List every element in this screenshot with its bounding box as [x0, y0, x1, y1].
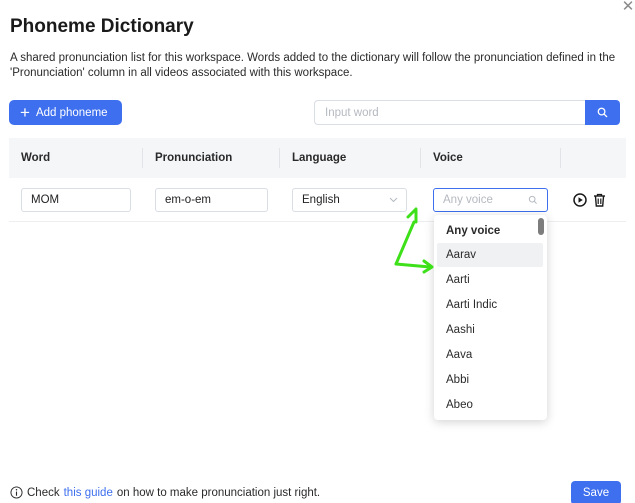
language-value: English	[302, 194, 340, 206]
header-word: Word	[21, 152, 51, 164]
dropdown-scrollbar[interactable]	[538, 218, 544, 235]
annotation-arrows	[394, 207, 434, 274]
voice-placeholder: Any voice	[443, 194, 493, 206]
voice-option[interactable]: Aava	[437, 343, 543, 367]
voice-option[interactable]: Any voice	[437, 219, 543, 243]
voice-option[interactable]: Aarti Indic	[437, 293, 543, 317]
voice-select[interactable]: Any voice	[433, 188, 548, 212]
voice-option[interactable]: Abeo	[437, 393, 543, 417]
header-voice: Voice	[433, 152, 463, 164]
table-header: Word Pronunciation Language Voice	[9, 138, 626, 178]
footer-note: Check this guide on how to make pronunci…	[10, 486, 320, 499]
search-button[interactable]	[585, 100, 620, 125]
header-language: Language	[292, 152, 347, 164]
header-pronunciation: Pronunciation	[155, 152, 233, 164]
word-field[interactable]: MOM	[21, 188, 131, 212]
guide-link[interactable]: this guide	[64, 487, 113, 499]
add-phoneme-label: Add phoneme	[35, 106, 108, 119]
voice-option[interactable]: Abbi	[437, 368, 543, 392]
play-icon[interactable]	[573, 193, 587, 212]
header-divider	[142, 148, 143, 168]
add-phoneme-button[interactable]: + Add phoneme	[9, 100, 122, 125]
header-divider	[279, 148, 280, 168]
plus-icon: +	[20, 103, 30, 122]
trash-icon[interactable]	[593, 193, 606, 212]
pronunciation-field[interactable]: em-o-em	[155, 188, 268, 212]
save-button[interactable]: Save	[571, 481, 621, 503]
voice-option[interactable]: Aarti	[437, 268, 543, 292]
footer-text-before: Check	[27, 486, 60, 499]
search-icon	[597, 107, 608, 118]
voice-option[interactable]: Aarav	[437, 243, 543, 267]
voice-dropdown: Any voice Aarav Aarti Aarti Indic Aashi …	[434, 215, 547, 420]
info-icon	[10, 486, 23, 499]
search-input[interactable]	[314, 100, 585, 125]
dialog-description: A shared pronunciation list for this wor…	[10, 52, 616, 79]
search-bar	[314, 100, 620, 125]
footer-text-after: on how to make pronunciation just right.	[116, 486, 321, 499]
dialog-title: Phoneme Dictionary	[10, 16, 194, 37]
header-divider	[420, 148, 421, 168]
search-icon	[528, 195, 537, 204]
header-divider	[560, 148, 561, 168]
close-icon[interactable]: ✕	[620, 0, 635, 14]
voice-option[interactable]: Aashi	[437, 318, 543, 342]
